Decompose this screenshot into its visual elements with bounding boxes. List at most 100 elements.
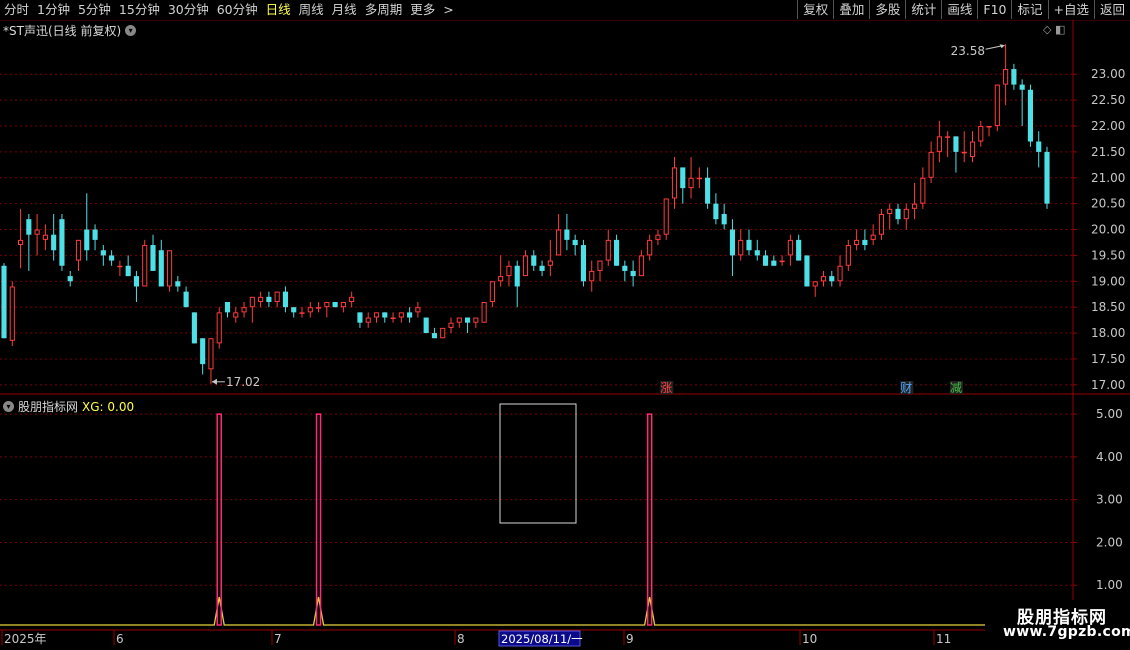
indicator-tick-label: 3.00 bbox=[1096, 493, 1123, 507]
candle-body-down bbox=[26, 219, 32, 235]
candle-body-up bbox=[605, 239, 611, 261]
price-tick-label: 20.50 bbox=[1091, 197, 1125, 211]
candle-body-down bbox=[771, 260, 777, 266]
candle-body-down bbox=[59, 219, 65, 266]
xg-baseline bbox=[0, 596, 1073, 626]
event-marker-label: 涨 bbox=[660, 380, 672, 395]
price-tick-label: 22.50 bbox=[1091, 93, 1125, 107]
indicator-title-bar: ▾ 股朋指标网 XG: 0.00 bbox=[3, 398, 134, 415]
candle-body-up bbox=[936, 136, 942, 152]
candle-body-up bbox=[473, 317, 479, 323]
date-label: 8 bbox=[457, 632, 465, 646]
candle-body-up bbox=[638, 255, 644, 277]
price-tick-label: 19.00 bbox=[1091, 274, 1125, 288]
cursor-date-label: 2025/08/11/一 bbox=[501, 632, 583, 646]
candle-body-up bbox=[911, 203, 918, 209]
price-tick-label: 20.00 bbox=[1091, 223, 1125, 237]
candle-body-up bbox=[75, 239, 82, 261]
chart-title-bar: *ST声迅(日线 前复权) ▾ bbox=[3, 22, 137, 39]
xg-value: XG: 0.00 bbox=[82, 399, 135, 414]
candle-body-up bbox=[241, 307, 247, 313]
candle-body-up bbox=[597, 260, 603, 271]
price-tick-label: 21.00 bbox=[1091, 171, 1125, 185]
candle-body-down bbox=[804, 255, 810, 287]
candle-body-up bbox=[117, 265, 123, 268]
candle-body-up bbox=[928, 151, 934, 178]
candle-body-up bbox=[9, 286, 15, 341]
candle-body-down bbox=[796, 239, 802, 261]
price-tick-label: 18.50 bbox=[1091, 300, 1125, 314]
candle-body-down bbox=[539, 265, 545, 271]
candle-body-down bbox=[895, 208, 901, 220]
chevron-down-icon[interactable]: ▾ bbox=[3, 401, 14, 412]
candle-body-down bbox=[183, 291, 189, 308]
candle-body-down bbox=[158, 250, 164, 287]
candle-body-up bbox=[340, 302, 346, 308]
candle-body-down bbox=[1019, 84, 1025, 90]
candle-body-down bbox=[266, 296, 272, 302]
candle-body-up bbox=[498, 276, 504, 282]
candle-body-up bbox=[994, 84, 1000, 126]
candle-body-up bbox=[448, 322, 454, 328]
selection-box bbox=[499, 403, 577, 524]
candle-body-up bbox=[556, 229, 562, 256]
indicator-name: 股朋指标网 bbox=[18, 400, 79, 414]
candle-body-up bbox=[249, 296, 255, 308]
xg-signal-bar bbox=[315, 413, 322, 626]
candle-body-up bbox=[258, 296, 264, 302]
candle-body-down bbox=[100, 250, 106, 256]
candle-body-down bbox=[282, 291, 289, 308]
stock-title: *ST声迅(日线 前复权) bbox=[3, 24, 122, 38]
event-marker-label: 财 bbox=[900, 381, 912, 395]
xg-signal-series bbox=[0, 413, 1073, 626]
candle-body-down bbox=[531, 255, 537, 266]
annotations: 23.58 17.02 涨 财 减 bbox=[211, 44, 1005, 524]
candle-body-down bbox=[580, 245, 587, 282]
candle-body-up bbox=[324, 302, 330, 308]
candle-body-down bbox=[564, 229, 570, 240]
indicator-grid bbox=[0, 413, 1073, 586]
candle-body-down bbox=[1036, 141, 1042, 152]
date-axis: 2025年 6 7 8 9 10 11 2025/08/11/一 bbox=[1, 630, 951, 647]
price-tick-label: 19.50 bbox=[1091, 248, 1125, 262]
candle-body-down bbox=[200, 338, 206, 365]
candle-body-down bbox=[407, 312, 413, 318]
candle-body-up bbox=[696, 177, 702, 180]
candle-body-up bbox=[142, 245, 148, 287]
candle-body-up bbox=[522, 255, 529, 277]
price-tick-label: 21.50 bbox=[1091, 145, 1125, 159]
candle-body-up bbox=[878, 214, 885, 235]
high-price-label: 23.58 bbox=[951, 44, 985, 58]
candle-body-down bbox=[746, 239, 752, 251]
candle-body-up bbox=[655, 234, 661, 240]
candle-body-up bbox=[986, 126, 992, 128]
indicator-tick-label: 2.00 bbox=[1096, 535, 1123, 549]
diamond-icon[interactable]: ◇ bbox=[1043, 23, 1051, 36]
candle-body-up bbox=[415, 307, 421, 313]
candle-body-up bbox=[589, 270, 595, 282]
candle-body-down bbox=[1011, 69, 1017, 85]
candle-body-down bbox=[150, 245, 156, 271]
candle-body-down bbox=[224, 302, 231, 313]
candle-body-up bbox=[969, 141, 976, 158]
chevron-down-icon[interactable]: ▾ bbox=[125, 25, 137, 36]
candle-body-up bbox=[481, 302, 487, 323]
candle-body-up bbox=[299, 312, 305, 314]
candle-body-down bbox=[191, 312, 197, 344]
candle-body-up bbox=[208, 338, 214, 370]
candle-body-up bbox=[349, 296, 355, 302]
indicator-tick-label: 1.00 bbox=[1096, 578, 1123, 592]
price-tick-label: 18.00 bbox=[1091, 326, 1125, 340]
candle-body-down bbox=[175, 281, 181, 287]
candle-body-down bbox=[829, 276, 835, 282]
candle-body-down bbox=[729, 229, 736, 256]
candle-body-up bbox=[233, 312, 239, 318]
candle-body-up bbox=[779, 260, 785, 263]
candle-body-down bbox=[423, 317, 429, 334]
chart-canvas[interactable]: 23.00 22.50 22.00 21.50 21.00 20.50 20.00 19.50… bbox=[0, 0, 1130, 650]
candle-body-up bbox=[34, 229, 40, 235]
candle-body-down bbox=[92, 229, 98, 240]
panel-toggle-icon[interactable]: ◧ bbox=[1055, 23, 1065, 36]
date-label: 2025年 bbox=[4, 632, 47, 646]
candle-body-down bbox=[464, 317, 471, 323]
